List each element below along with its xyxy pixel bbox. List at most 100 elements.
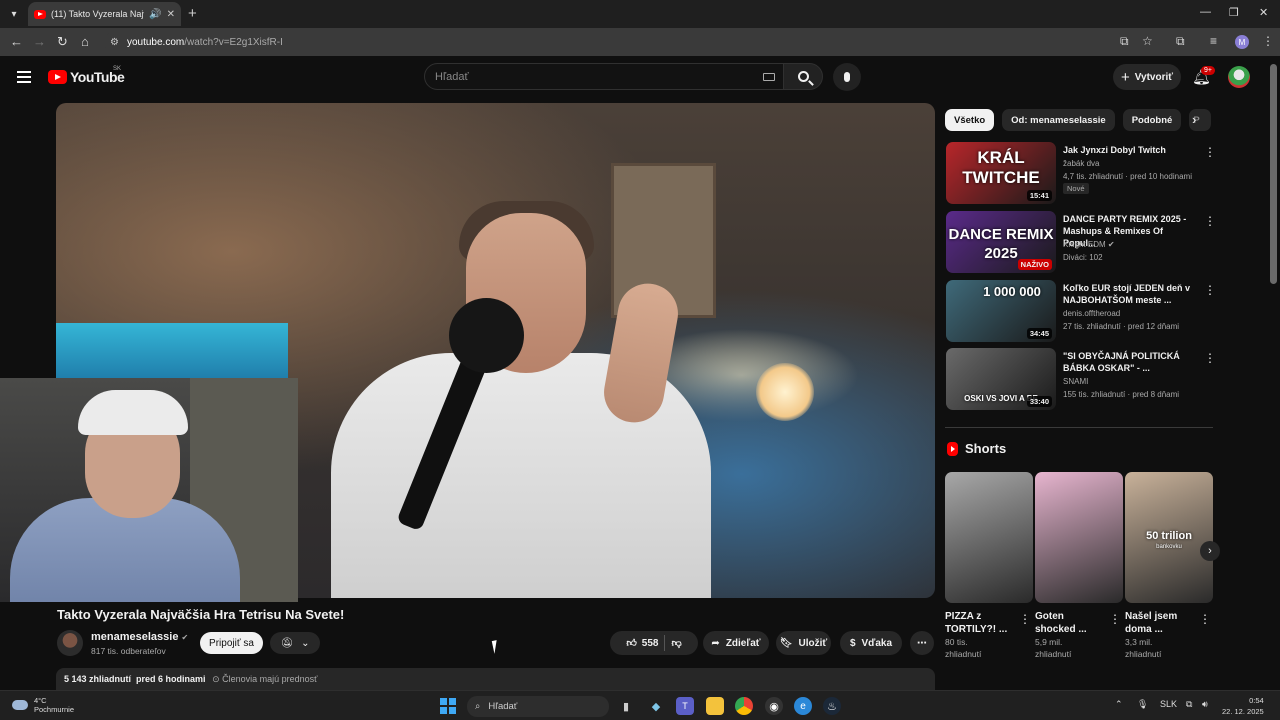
maximize-icon[interactable]: ❐ [1229,6,1239,19]
weather-widget[interactable]: 4°C Pochmurnie [12,696,74,714]
short-thumbnail[interactable] [1035,472,1123,603]
keyboard-icon[interactable] [763,73,775,81]
more-vertical-icon[interactable]: ⋮ [1204,145,1216,159]
short-views: 80 tis. zhliadnutí [945,637,982,659]
short-item[interactable]: Goten shocked ... 5,9 mil. zhliadnutí ⋮ [1035,472,1123,660]
address-bar[interactable]: ⚙ youtube.com/watch?v=E2g1XisfR-I [104,32,1124,52]
thanks-button[interactable]: $ Vďaka [840,631,902,655]
create-button[interactable]: + Vytvoriť [1113,64,1181,90]
teams-icon[interactable]: T [676,697,694,715]
clock[interactable]: 0:54 22. 12. 2025 [1222,695,1264,717]
verified-icon: ✔ [1107,240,1115,249]
chevron-right-icon[interactable]: › [1192,112,1196,127]
back-icon[interactable]: ← [10,34,23,49]
new-badge: Nové [1063,183,1089,194]
search-input[interactable]: Hľadať [424,63,786,90]
video-thumbnail[interactable]: OSKI VS JOVI A BE 33:40 [946,348,1056,410]
description-box[interactable]: 5 143 zhliadnutí pred 6 hodinami ⊙ Členo… [56,668,935,690]
channel-name[interactable]: menameselassie ✔ [91,631,188,643]
more-vertical-icon[interactable]: ⋮ [1204,214,1216,228]
more-vertical-icon[interactable]: ⋮ [1204,351,1216,365]
home-icon[interactable]: ⌂ [81,34,89,49]
youtube-logo[interactable]: YouTube SK [48,66,125,85]
more-vertical-icon[interactable]: ⋮ [1019,612,1031,626]
short-title: PIZZA z TORTILY?! ... [945,611,1008,635]
steam-icon[interactable]: ♨ [823,697,841,715]
save-button[interactable]: 🔖︎ Uložiť [776,631,831,655]
recommendation-channel[interactable]: Knight EDM ✔ [1063,240,1115,249]
short-thumbnail[interactable]: 50 trilion bankovku [1125,472,1213,603]
short-item[interactable]: 50 trilion bankovku Našel jsem doma ... … [1125,472,1213,660]
recommendation-item[interactable]: KRÁL TWITCHE 15:41 Jak Jynxzi Dobyl Twit… [946,142,1216,206]
reading-list-icon[interactable]: ≡ [1210,34,1217,48]
recommendation-channel[interactable]: denis.offtheroad [1063,309,1120,318]
shorts-next-button[interactable]: › [1200,541,1220,561]
recommendation-channel[interactable]: žabák dva [1063,159,1099,168]
thumbnail-overlay-text: KRÁL TWITCHE [962,148,1040,187]
channel-avatar[interactable] [57,630,83,656]
browser-menu-icon[interactable]: ⋮ [1262,34,1274,48]
short-item[interactable]: PIZZA z TORTILY?! ... 80 tis. zhliadnutí… [945,472,1033,660]
extensions-icon[interactable]: ⧉ [1176,34,1185,49]
site-info-icon[interactable]: ⚙ [110,37,119,48]
short-thumbnail[interactable] [945,472,1033,603]
tray-overflow-icon[interactable]: ⌃ [1115,699,1123,710]
recommendation-item[interactable]: OSKI VS JOVI A BE 33:40 "SI OBYČAJNÁ POL… [946,348,1216,412]
app-icon[interactable]: ◉ [765,697,783,715]
tray-mic-icon[interactable]: 🎙︎ [1137,699,1148,710]
more-vertical-icon[interactable]: ⋮ [1204,283,1216,297]
members-first-text: Členovia majú prednosť [222,674,318,684]
task-view-icon[interactable]: ▮ [617,697,635,715]
windows-start-icon[interactable] [440,698,456,714]
join-button[interactable]: Pripojiť sa [200,632,263,654]
webcam-overlay [0,378,298,602]
menu-icon[interactable] [17,71,31,83]
share-button[interactable]: ➦ Zdieľať [703,631,769,655]
voice-search-button[interactable] [833,63,861,91]
chrome-icon[interactable] [735,697,753,715]
minimize-icon[interactable]: — [1200,6,1211,18]
tab-close-icon[interactable]: ✕ [167,9,175,20]
video-thumbnail[interactable]: DANCE REMIX 2025 NAŽIVO [946,211,1056,273]
thumbs-up-icon: 👍︎ [626,638,637,649]
file-explorer-icon[interactable] [706,697,724,715]
more-actions-button[interactable]: ⋯ [910,631,934,655]
dislike-button[interactable]: 👎︎ [671,637,681,649]
volume-icon[interactable]: 🔊︎ [1202,699,1208,710]
forward-icon[interactable]: → [33,34,46,49]
reload-icon[interactable]: ↻ [57,34,68,50]
recommendation-item[interactable]: DANCE REMIX 2025 NAŽIVO DANCE PARTY REMI… [946,211,1216,275]
taskbar-search[interactable]: ⌕ Hľadať [467,696,609,717]
network-icon[interactable]: ⧉ [1186,699,1192,710]
search-placeholder: Hľadať [435,71,469,83]
search-button[interactable] [783,63,823,90]
tab-audio-icon[interactable]: 🔊 [149,9,161,20]
chip-related[interactable]: Podobné [1122,109,1182,131]
browser-profile-avatar[interactable]: M [1235,35,1249,49]
chip-from-channel[interactable]: Od: menameselassie [1002,109,1115,131]
widgets-icon[interactable]: ◆ [647,697,665,715]
short-views: 3,3 mil. zhliadnutí [1125,637,1162,659]
bell-off-icon: 🔕︎ [280,637,294,649]
video-thumbnail[interactable]: 1 000 000 34:45 [946,280,1056,342]
chip-all[interactable]: Všetko [945,109,995,131]
recommendation-channel[interactable]: SNAMI [1063,377,1088,386]
window-close-icon[interactable]: ✕ [1259,6,1268,19]
video-thumbnail[interactable]: KRÁL TWITCHE 15:41 [946,142,1056,204]
recommendation-item[interactable]: 1 000 000 34:45 Koľko EUR stojí JEDEN de… [946,280,1216,344]
install-app-icon[interactable]: ⧉ [1120,34,1129,49]
more-vertical-icon[interactable]: ⋮ [1109,612,1121,626]
youtube-favicon-icon [34,9,46,19]
more-vertical-icon[interactable]: ⋮ [1199,612,1211,626]
verified-icon: ✔ [181,633,189,642]
like-button[interactable]: 👍︎ 558 [626,637,658,650]
language-indicator[interactable]: SLK [1160,699,1177,709]
account-avatar[interactable] [1228,66,1250,88]
edge-icon[interactable]: e [794,697,812,715]
tab-search-icon[interactable]: ▾ [4,4,24,24]
subscription-notifications-button[interactable]: 🔕︎ ⌄ [270,632,320,654]
new-tab-button[interactable]: + [188,5,197,22]
page-scrollbar[interactable] [1270,64,1277,284]
bookmark-star-icon[interactable]: ☆ [1142,34,1153,48]
browser-tab[interactable]: (11) Takto Vyzerala Najväčš 🔊 ✕ [28,2,181,26]
